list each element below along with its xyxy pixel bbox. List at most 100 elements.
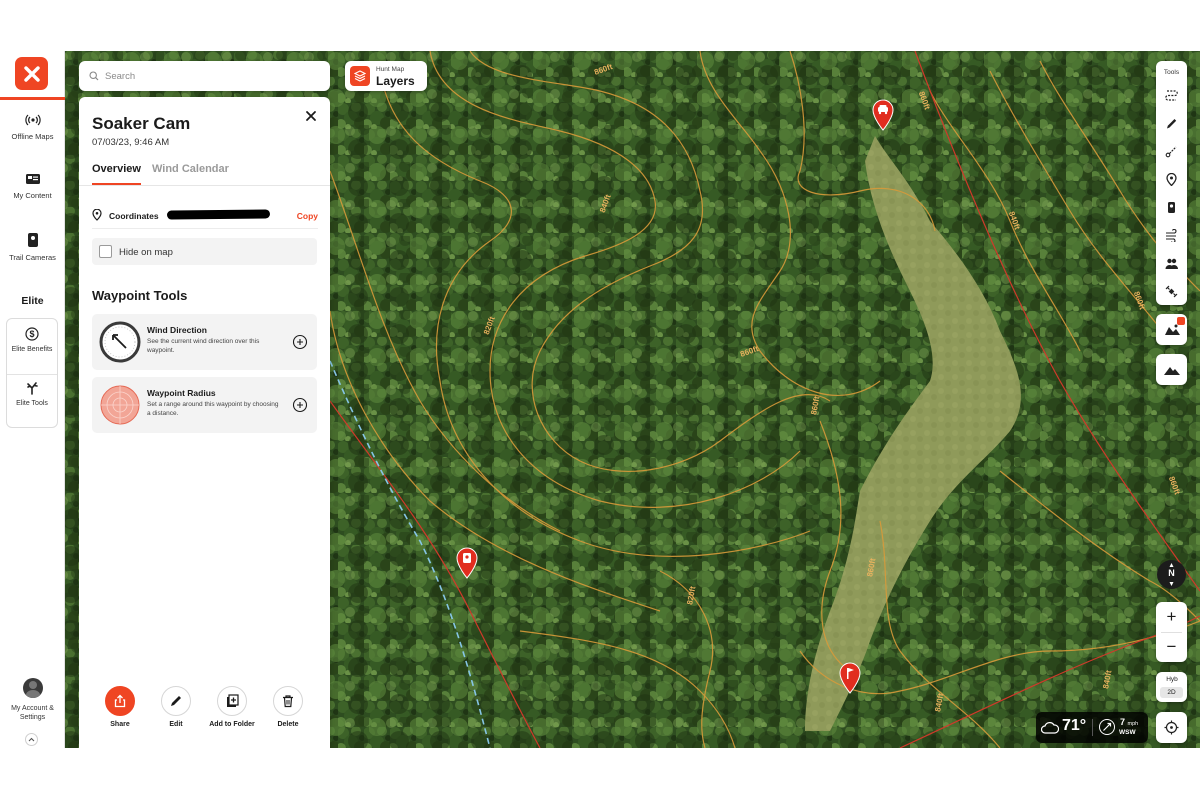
edit-label: Edit — [169, 721, 183, 728]
delete-label: Delete — [277, 721, 299, 728]
nav-trail-cameras-label: Trail Cameras — [9, 253, 56, 262]
hide-on-map-row[interactable]: Hide on map — [92, 238, 317, 265]
search-icon — [89, 71, 99, 81]
wind-direction-card[interactable]: Wind Direction See the current wind dire… — [92, 314, 317, 370]
waypoint-date: 07/03/23, 9:46 AM — [92, 137, 170, 148]
share-button[interactable]: Share — [97, 686, 143, 728]
add-waypoint-radius-icon[interactable] — [292, 397, 308, 413]
my-location-button[interactable] — [1156, 712, 1187, 743]
weather-divider — [1092, 719, 1093, 736]
coordinates-row: Coordinates Copy — [92, 209, 318, 223]
add-to-folder-label: Add to Folder — [209, 721, 255, 728]
elite-benefits-label: Elite Benefits — [11, 346, 53, 353]
close-x-logo-icon — [23, 65, 40, 82]
search-bar[interactable] — [79, 61, 330, 91]
zoom-out-button[interactable]: − — [1156, 632, 1187, 661]
basemap-label: Hyb — [1166, 676, 1178, 683]
waypoint-radius-title: Waypoint Radius — [147, 388, 216, 398]
wind-speed: 7 mph — [1120, 717, 1138, 727]
avatar — [22, 678, 43, 698]
app-logo[interactable] — [15, 57, 48, 90]
add-folder-icon — [217, 686, 247, 716]
map-tools-toolbar: Tools — [1156, 61, 1187, 305]
zoom-in-button[interactable]: + — [1156, 602, 1187, 631]
nav-account-settings[interactable]: My Account & Settings — [0, 678, 65, 722]
waypoint-title: Soaker Cam — [92, 114, 191, 133]
pencil-icon — [161, 686, 191, 716]
layers-label: Layers — [376, 74, 415, 88]
wind-speed-value: 7 — [1120, 717, 1126, 727]
elite-menu: $ Elite Benefits Elite Tools — [6, 318, 58, 428]
flag-pin-icon[interactable] — [838, 662, 862, 694]
share-icon — [105, 686, 135, 716]
layers-sublabel: Hunt Map — [376, 66, 405, 73]
satellite-icon[interactable] — [1165, 285, 1178, 298]
add-to-folder-button[interactable]: Add to Folder — [209, 686, 255, 728]
group-icon[interactable] — [1165, 257, 1178, 270]
copy-coordinates-button[interactable]: Copy — [297, 211, 318, 221]
notification-badge — [1177, 317, 1185, 325]
hide-on-map-label: Hide on map — [119, 247, 173, 258]
coordinates-divider — [92, 228, 318, 229]
trail-camera-icon[interactable] — [1165, 201, 1178, 214]
close-icon[interactable] — [304, 109, 318, 123]
pencil-icon[interactable] — [1165, 117, 1178, 130]
elite-tools-label: Elite Tools — [16, 400, 48, 407]
add-wind-direction-icon[interactable] — [292, 334, 308, 350]
trail-camera-pin-icon[interactable] — [455, 547, 479, 579]
cloud-icon — [1041, 722, 1059, 734]
measure-icon[interactable] — [1165, 145, 1178, 158]
nav-my-content[interactable]: My Content — [0, 172, 65, 200]
vehicle-pin-icon[interactable] — [871, 99, 895, 131]
share-label: Share — [110, 721, 130, 728]
wind-speed-unit: mph — [1127, 721, 1139, 727]
deer-antler-icon — [27, 382, 38, 395]
left-navigation: Offline Maps My Content Trail Cameras El… — [0, 51, 65, 748]
nav-elite-tools[interactable]: Elite Tools — [7, 381, 57, 408]
elite-heading: Elite — [21, 295, 44, 307]
hide-on-map-checkbox[interactable] — [99, 245, 112, 258]
content-card-icon — [25, 174, 40, 184]
basemap-toggle[interactable]: Hyb 2D — [1156, 672, 1187, 702]
marker-icon[interactable] — [1165, 173, 1178, 186]
waypoint-radius-card[interactable]: Waypoint Radius Set a range around this … — [92, 377, 317, 433]
tab-overview[interactable]: Overview — [92, 163, 141, 175]
nav-my-content-label: My Content — [13, 191, 52, 200]
wind-icon[interactable] — [1165, 229, 1178, 242]
wind-direction: WSW — [1119, 729, 1136, 736]
logo-underline — [0, 97, 65, 100]
wind-arrow-icon — [1099, 719, 1115, 735]
wind-direction-dial-icon — [99, 321, 141, 363]
wind-direction-desc: See the current wind direction over this… — [147, 338, 260, 354]
layers-button[interactable]: Hunt Map Layers — [345, 61, 427, 91]
layers-icon — [350, 66, 370, 86]
mountain-icon — [1163, 366, 1180, 375]
nav-offline-maps[interactable]: Offline Maps — [0, 113, 65, 141]
terrain-3d-button[interactable] — [1156, 354, 1187, 385]
app-window: 860ft 860ft 840ft 820ft 860ft 860ft 840f… — [0, 51, 1200, 748]
coordinates-label: Coordinates — [109, 211, 159, 221]
account-label: My Account & Settings — [11, 705, 54, 721]
waypoint-radius-desc: Set a range around this waypoint by choo… — [147, 401, 279, 417]
redacted-coordinates — [166, 209, 271, 220]
hunting-activity-button[interactable] — [1156, 314, 1187, 345]
edit-button[interactable]: Edit — [153, 686, 199, 728]
collapse-nav-button[interactable] — [25, 733, 38, 746]
trail-camera-icon — [27, 233, 38, 247]
elite-divider — [7, 374, 57, 375]
compass-button[interactable]: N — [1157, 560, 1186, 589]
compass-north-label: N — [1168, 568, 1175, 578]
delete-button[interactable]: Delete — [265, 686, 311, 728]
waypoint-radius-icon — [100, 385, 140, 425]
broadcast-icon — [24, 114, 41, 126]
weather-widget[interactable]: 71° 7 mph WSW — [1036, 712, 1148, 743]
search-input[interactable] — [105, 70, 315, 82]
crosshair-icon — [1164, 720, 1179, 735]
route-icon[interactable] — [1165, 89, 1178, 102]
view-mode-2d[interactable]: 2D — [1160, 687, 1183, 698]
nav-elite-benefits[interactable]: $ Elite Benefits — [7, 327, 57, 354]
svg-text:$: $ — [29, 329, 34, 339]
location-pin-icon — [92, 209, 102, 221]
nav-trail-cameras[interactable]: Trail Cameras — [0, 232, 65, 262]
tab-wind-calendar[interactable]: Wind Calendar — [152, 163, 229, 175]
